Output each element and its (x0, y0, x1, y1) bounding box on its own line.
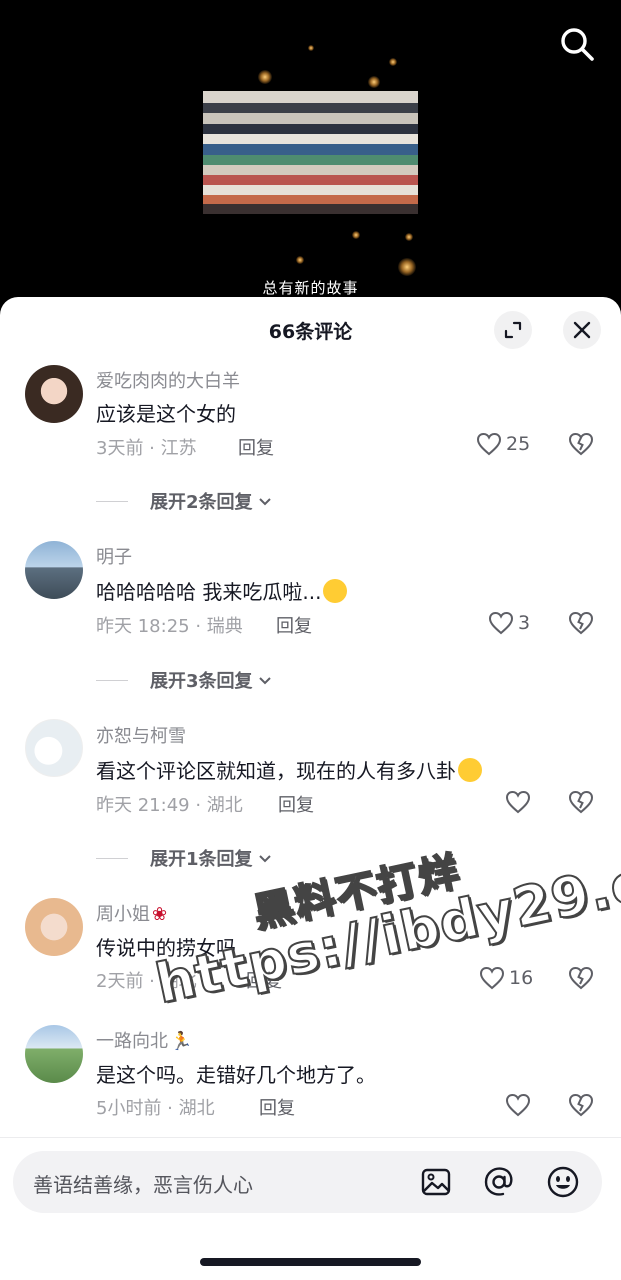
comment-meta: 2天前 · 湖北 (96, 971, 197, 992)
reply-button[interactable]: 回复 (276, 612, 312, 638)
divider (96, 500, 128, 502)
dislike-icon[interactable] (568, 432, 594, 460)
dislike-icon[interactable] (568, 790, 594, 818)
comment-meta: 昨天 18:25 · 瑞典 (96, 616, 243, 637)
video-thumbnail-books (203, 91, 418, 214)
reply-button[interactable]: 回复 (246, 967, 282, 993)
comment-username[interactable]: 一路向北 🏃 (96, 1027, 192, 1053)
at-icon[interactable] (481, 1164, 517, 1200)
laughing-face-emoji (458, 758, 482, 782)
comment-text[interactable]: 哈哈哈哈哈 我来吃瓜啦... (96, 576, 348, 605)
expand-replies-button[interactable]: 展开2条回复 (96, 488, 275, 514)
like-button[interactable] (505, 790, 531, 814)
emoji-icon[interactable] (545, 1164, 581, 1200)
avatar[interactable] (25, 898, 83, 956)
heart-icon (505, 790, 531, 814)
comment-input-placeholder: 善语结善缘，恶言伤人心 (33, 1173, 253, 1197)
chevron-down-icon (258, 677, 271, 685)
like-count: 25 (506, 433, 531, 455)
chevron-down-icon (258, 855, 271, 863)
dislike-icon[interactable] (568, 611, 594, 639)
heart-icon (488, 611, 514, 635)
expand-replies-button[interactable]: 展开1条回复 (96, 845, 275, 871)
comment-text[interactable]: 是这个吗。走错好几个地方了。 (96, 1059, 376, 1088)
runner-emoji: 🏃 (170, 1031, 193, 1052)
avatar[interactable] (25, 719, 83, 777)
comment-text[interactable]: 传说中的捞女吗 (96, 932, 236, 961)
chevron-down-icon (258, 498, 271, 506)
avatar[interactable] (25, 541, 83, 599)
comment-meta: 5小时前 · 湖北 (96, 1098, 215, 1119)
heart-icon (476, 432, 502, 456)
comment-meta: 3天前 · 江苏 (96, 438, 197, 459)
crying-face-emoji (323, 579, 348, 603)
search-icon[interactable] (557, 24, 597, 64)
sheet-header: 66条评论 (0, 297, 621, 361)
expand-replies-label: 展开1条回复 (150, 849, 253, 870)
avatar[interactable] (25, 365, 83, 423)
close-icon[interactable] (563, 311, 601, 349)
comment-text[interactable]: 应该是这个女的 (96, 398, 236, 427)
expand-replies-label: 展开3条回复 (150, 671, 253, 692)
dislike-icon[interactable] (568, 966, 594, 994)
comment-username[interactable]: 明子 (96, 543, 132, 569)
comment-username[interactable]: 亦恕与柯雪 (96, 722, 186, 748)
heart-icon (505, 1093, 531, 1117)
video-player[interactable]: 总有新的故事 (0, 0, 621, 300)
like-button[interactable]: 3 (488, 611, 530, 635)
expand-icon[interactable] (494, 311, 532, 349)
divider (96, 857, 128, 859)
reply-button[interactable]: 回复 (238, 434, 274, 460)
comment-username[interactable]: 周小姐 ❀ (96, 900, 167, 926)
reply-button[interactable]: 回复 (259, 1094, 295, 1120)
dislike-icon[interactable] (568, 1093, 594, 1121)
divider (96, 679, 128, 681)
expand-replies-button[interactable]: 展开3条回复 (96, 667, 275, 693)
comment-text[interactable]: 看这个评论区就知道，现在的人有多八卦 (96, 755, 482, 784)
rose-emoji: ❀ (152, 904, 168, 925)
heart-icon (479, 966, 505, 990)
expand-replies-label: 展开2条回复 (150, 492, 253, 513)
like-count: 16 (509, 967, 534, 989)
image-icon[interactable] (418, 1164, 454, 1200)
like-button[interactable]: 16 (479, 966, 533, 990)
comment-input[interactable]: 善语结善缘，恶言伤人心 (13, 1151, 602, 1213)
divider (0, 1137, 621, 1138)
like-button[interactable] (505, 1093, 531, 1117)
comment-meta: 昨天 21:49 · 湖北 (96, 795, 243, 816)
like-count: 3 (518, 612, 531, 634)
avatar[interactable] (25, 1025, 83, 1083)
video-caption: 总有新的故事 (262, 279, 359, 297)
home-indicator (200, 1258, 421, 1266)
comment-username[interactable]: 爱吃肉肉的大白羊 (96, 367, 240, 393)
reply-button[interactable]: 回复 (278, 791, 314, 817)
like-button[interactable]: 25 (476, 432, 530, 456)
